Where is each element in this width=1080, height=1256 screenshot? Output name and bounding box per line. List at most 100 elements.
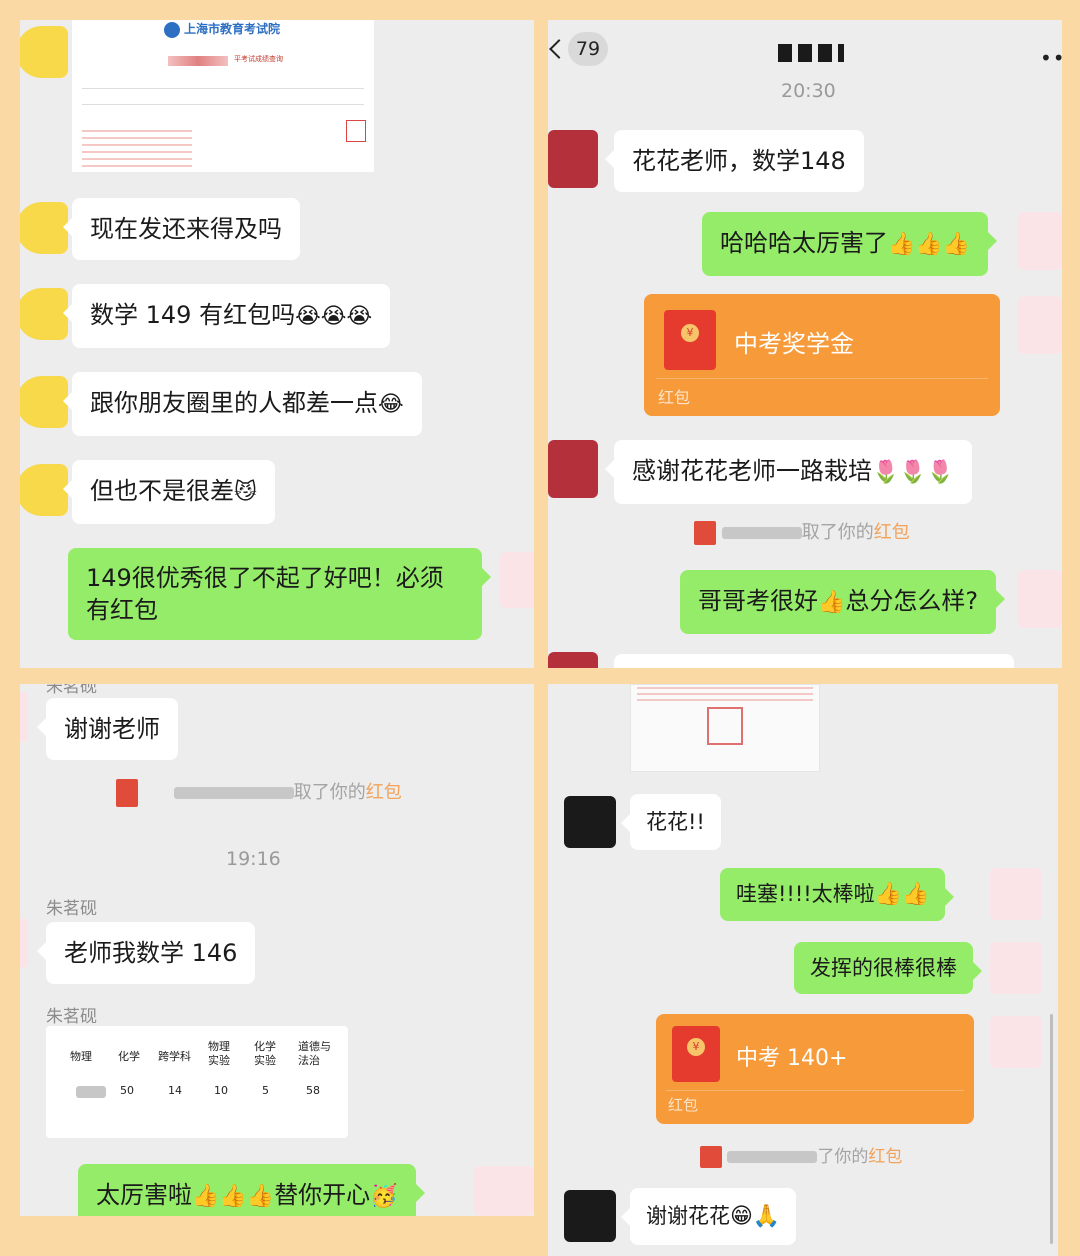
avatar-student[interactable]: [564, 796, 616, 848]
avatar-student[interactable]: [20, 26, 68, 78]
red-packet-received-notice: 取了你的红包: [116, 778, 402, 807]
message-bubble-partial[interactable]: [614, 654, 1014, 668]
avatar-teacher[interactable]: [500, 552, 534, 608]
timestamp: 19:16: [226, 848, 281, 870]
message-text: 谢谢老师: [64, 715, 160, 743]
reply-bubble[interactable]: 哈哈哈太厉害了👍👍👍: [702, 212, 998, 276]
red-packet-received-notice: 了你的红包: [700, 1142, 902, 1168]
avatar-student[interactable]: [20, 918, 28, 968]
grin-pray-emoji-icon: 😁🙏: [730, 1204, 781, 1229]
unread-count-badge[interactable]: 79: [568, 32, 608, 66]
message-text: 太厉害啦: [96, 1181, 192, 1209]
score-report-image[interactable]: [630, 684, 820, 772]
avatar-teacher[interactable]: [1018, 296, 1062, 354]
divider: [656, 378, 988, 379]
avatar-student[interactable]: [20, 692, 28, 742]
message-text: 跟你朋友圈里的人都差一点: [90, 389, 378, 417]
reply-bubble[interactable]: 哇塞!!!!太棒啦👍👍: [720, 868, 955, 921]
avatar-student-girl[interactable]: [548, 652, 598, 668]
back-chevron-icon[interactable]: [549, 39, 569, 59]
avatar-student-girl[interactable]: [548, 130, 598, 188]
message-text: 感谢花花老师一路栽培: [632, 457, 872, 485]
avatar-teacher[interactable]: [1018, 212, 1062, 270]
dog-emoji-icon: 😼: [234, 480, 257, 505]
thumbs-up-icon: 👍👍👍: [888, 232, 971, 257]
notice-highlight[interactable]: 红包: [868, 1147, 902, 1167]
message-bubble[interactable]: 现在发还来得及吗: [63, 198, 300, 260]
message-text: 花花老师，数学148: [632, 147, 846, 175]
reply-bubble[interactable]: 太厉害啦👍👍👍替你开心🥳: [78, 1164, 425, 1216]
avatar-student[interactable]: [20, 288, 68, 340]
crying-emoji-icon: 😭😭😭: [295, 304, 373, 329]
red-packet-title: 中考 140+: [736, 1046, 848, 1071]
avatar-teacher[interactable]: [474, 1166, 534, 1216]
red-packet[interactable]: ¥ 中考奖学金 红包: [644, 294, 1000, 416]
report-subtitle: 平考试成绩查询: [234, 55, 283, 63]
message-bubble[interactable]: 跟你朋友圈里的人都差一点😂: [63, 372, 422, 436]
red-packet[interactable]: ¥ 中考 140+ 红包: [656, 1014, 974, 1124]
message-text: 花花!!: [646, 810, 705, 834]
notes-text: [82, 130, 192, 170]
avatar-teacher[interactable]: [990, 942, 1042, 994]
avatar-teacher[interactable]: [990, 868, 1042, 920]
avatar-student[interactable]: [20, 376, 68, 428]
message-text: 但也不是很差: [90, 477, 234, 505]
chat-panel-1: 上海市教育考试院 平考试成绩查询 现在发还来得及吗 数学 149 有红包吗😭😭😭…: [20, 20, 534, 668]
score-report-image[interactable]: 上海市教育考试院 平考试成绩查询: [72, 20, 374, 172]
message-text: 哇塞!!!!太棒啦: [736, 882, 875, 906]
table-header: 化学: [118, 1050, 140, 1063]
red-envelope-icon: ¥: [672, 1026, 720, 1082]
chat-panel-3: 朱茗砚 谢谢老师 取了你的红包 19:16 朱茗砚 老师我数学 146 朱茗砚 …: [20, 684, 534, 1216]
red-packet-label: 红包: [668, 1096, 699, 1114]
message-text: 老师我数学 146: [64, 939, 238, 967]
blurred-cell: [76, 1086, 106, 1098]
official-stamp: [346, 120, 366, 142]
reply-bubble[interactable]: 149很优秀很了不起了好吧！必须有红包: [68, 548, 491, 640]
table-header: 化学实验: [254, 1040, 276, 1067]
message-text: 哈哈哈太厉害了: [720, 229, 888, 257]
message-bubble[interactable]: 谢谢花花😁🙏: [620, 1188, 797, 1245]
message-bubble[interactable]: 花花老师，数学148: [605, 130, 864, 192]
more-options-icon[interactable]: ••: [1040, 46, 1062, 70]
message-bubble[interactable]: 老师我数学 146: [36, 922, 256, 984]
table-header: 物理: [70, 1050, 92, 1063]
thumbs-up-icon: 👍👍👍: [192, 1184, 275, 1209]
message-bubble[interactable]: 感谢花花老师一路栽培🌷🌷🌷: [604, 440, 973, 504]
blurred-name: [173, 787, 294, 799]
message-text: 数学 149 有红包吗: [90, 301, 296, 329]
avatar-student-girl[interactable]: [548, 440, 598, 498]
chat-panel-4: 花花!! 哇塞!!!!太棒啦👍👍 发挥的很棒很棒 ¥ 中考 140+ 红包 了你…: [548, 684, 1058, 1256]
message-text: 哥哥考很好: [698, 587, 818, 615]
notice-highlight[interactable]: 红包: [366, 782, 402, 803]
laughing-emoji-icon: 😂: [378, 392, 404, 417]
table-header: 道德与法治: [298, 1040, 331, 1067]
table-cell: 10: [214, 1084, 228, 1097]
message-text: 现在发还来得及吗: [90, 215, 282, 243]
message-bubble[interactable]: 花花!!: [621, 794, 721, 850]
message-bubble[interactable]: 谢谢老师: [37, 698, 178, 760]
message-bubble[interactable]: 但也不是很差😼: [63, 460, 275, 524]
reply-bubble[interactable]: 发挥的很棒很棒: [794, 942, 982, 994]
message-text: 149很优秀很了不起了好吧！必须有红包: [86, 564, 444, 624]
avatar-student[interactable]: [564, 1190, 616, 1242]
table-cell: 5: [262, 1084, 269, 1097]
avatar-student[interactable]: [20, 202, 68, 254]
score-row-placeholder: [82, 88, 364, 89]
red-packet-title: 中考奖学金: [734, 330, 854, 358]
avatar-teacher[interactable]: [990, 1016, 1042, 1068]
message-bubble[interactable]: 数学 149 有红包吗😭😭😭: [62, 284, 391, 348]
notes-text: [637, 687, 813, 701]
notice-text: 取了你的: [801, 522, 874, 543]
avatar-teacher[interactable]: [1018, 570, 1062, 628]
reply-bubble[interactable]: 哥哥考很好👍总分怎么样?: [680, 570, 1006, 634]
blurred-name: [168, 56, 228, 66]
message-text: 替你开心: [274, 1181, 371, 1209]
red-envelope-icon: ¥: [664, 310, 716, 370]
scrollbar[interactable]: [1050, 1014, 1053, 1244]
score-table-image[interactable]: 物理 化学 跨学科 物理实验 化学实验 道德与法治 50 14 10 5 58: [46, 1026, 348, 1138]
timestamp: 20:30: [781, 80, 836, 102]
avatar-student[interactable]: [20, 464, 68, 516]
table-cell: 14: [168, 1084, 182, 1097]
notice-highlight[interactable]: 红包: [874, 522, 910, 543]
notice-text: 了你的: [817, 1147, 869, 1167]
